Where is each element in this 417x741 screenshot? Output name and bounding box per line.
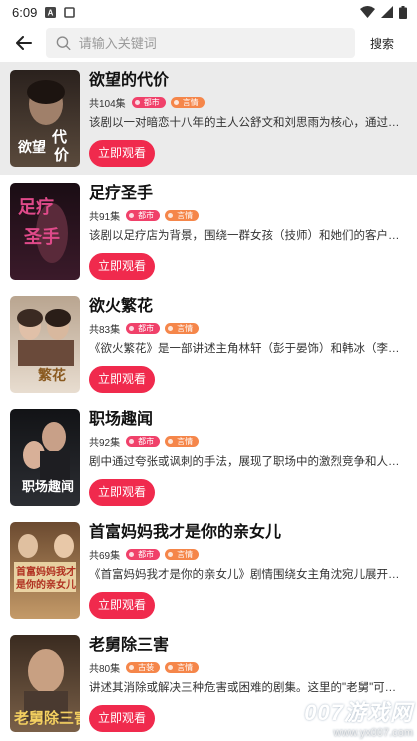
episode-count: 共69集 (89, 550, 121, 562)
item-title[interactable]: 首富妈妈我才是你的亲女儿 (89, 523, 411, 543)
battery-icon (399, 5, 407, 19)
search-button[interactable]: 搜索 (355, 35, 409, 52)
watch-now-button[interactable]: 立即观看 (89, 705, 155, 732)
episode-count: 共92集 (89, 437, 121, 449)
watch-now-button[interactable]: 立即观看 (89, 366, 155, 393)
svg-text:老舅除三害: 老舅除三害 (13, 709, 80, 727)
tag-genre: 都市 (126, 322, 161, 334)
status-left: 6:09 A (12, 4, 76, 20)
item-title[interactable]: 欲望的代价 (89, 71, 411, 91)
arrow-left-icon (16, 36, 32, 50)
item-info: 职场趣闻 共92集 都市 言情 剧中通过夸张或讽刺的手法，展现了职场中的激烈竞争… (89, 409, 417, 514)
item-meta: 共91集 都市 言情 (89, 208, 411, 223)
list-item[interactable]: 首富妈妈我才 是你的亲女儿 首富妈妈我才是你的亲女儿 共69集 都市 言情 《首富… (0, 514, 417, 627)
episode-count: 共80集 (89, 663, 121, 675)
item-title[interactable]: 欲火繁花 (89, 297, 411, 317)
svg-text:圣手: 圣手 (23, 226, 60, 248)
item-meta: 共83集 都市 言情 (89, 321, 411, 336)
item-description: 该剧以足疗店为背景，围绕一群女孩（技师）和她们的客户… (89, 230, 400, 242)
episode-count: 共83集 (89, 324, 121, 336)
status-right (360, 5, 407, 19)
svg-text:A: A (48, 8, 54, 17)
watch-now-button[interactable]: 立即观看 (89, 479, 155, 506)
cover-image[interactable]: 繁花 (10, 296, 80, 393)
cover-image[interactable]: 老舅除三害 (10, 635, 80, 732)
item-info: 欲火繁花 共83集 都市 言情 《欲火繁花》是一部讲述主角林轩（彭于晏饰）和韩冰… (89, 296, 417, 401)
item-meta: 共69集 都市 言情 (89, 547, 411, 562)
search-box[interactable] (46, 28, 355, 58)
notification-a-icon: A (45, 6, 57, 18)
status-bar: 6:09 A (0, 0, 417, 24)
svg-text:首富妈妈我才: 首富妈妈我才 (16, 565, 76, 578)
cover-image[interactable]: 职场趣闻 (10, 409, 80, 506)
episode-count: 共91集 (89, 211, 121, 223)
svg-text:足疗: 足疗 (18, 196, 54, 218)
svg-text:职场趣闻: 职场趣闻 (22, 479, 74, 495)
notification-box-icon (64, 6, 76, 18)
tag-genre: 言情 (165, 322, 200, 334)
item-info: 足疗圣手 共91集 都市 言情 该剧以足疗店为背景，围绕一群女孩（技师）和她们的… (89, 183, 417, 288)
item-description: 该剧以一对暗恋十八年的主人公舒文和刘思雨为核心，通过… (89, 117, 400, 129)
tag-genre: 古装 (126, 661, 161, 673)
watch-now-button[interactable]: 立即观看 (89, 253, 155, 280)
item-description: 《首富妈妈我才是你的亲女儿》剧情围绕女主角沈宛儿展开… (89, 569, 400, 581)
item-info: 欲望的代价 共104集 都市 言情 该剧以一对暗恋十八年的主人公舒文和刘思雨为核… (89, 70, 417, 175)
watermark-logo: 007游戏网 (304, 700, 413, 725)
item-meta: 共92集 都市 言情 (89, 434, 411, 449)
signal-icon (381, 6, 393, 18)
item-meta: 共80集 古装 言情 (89, 660, 411, 675)
tag-genre: 言情 (170, 96, 205, 108)
tag-genre: 言情 (165, 435, 200, 447)
item-description: 剧中通过夸张或讽刺的手法，展现了职场中的激烈竞争和人… (89, 456, 400, 468)
watermark-url: www.yx007.com (333, 727, 413, 739)
svg-text:是你的亲女儿: 是你的亲女儿 (15, 578, 76, 591)
svg-text:繁花: 繁花 (37, 367, 66, 384)
item-description: 讲述其消除或解决三种危害或困难的剧集。这里的"老舅"可… (89, 682, 397, 694)
wifi-icon (360, 6, 375, 18)
list-item[interactable]: 繁花 欲火繁花 共83集 都市 言情 《欲火繁花》是一部讲述主角林轩（彭于晏饰）… (0, 288, 417, 401)
item-title[interactable]: 老舅除三害 (89, 636, 411, 656)
status-time: 6:09 (12, 4, 38, 20)
cover-image[interactable]: 欲望代价 (10, 70, 80, 167)
watch-now-button[interactable]: 立即观看 (89, 592, 155, 619)
item-info: 首富妈妈我才是你的亲女儿 共69集 都市 言情 《首富妈妈我才是你的亲女儿》剧情… (89, 522, 417, 627)
item-meta: 共104集 都市 言情 (89, 95, 411, 110)
search-icon (56, 36, 71, 51)
cover-image[interactable]: 足疗圣手 (10, 183, 80, 280)
tag-genre: 都市 (126, 209, 161, 221)
watermark: 007游戏网 www.yx007.com (304, 695, 413, 739)
tag-genre: 都市 (126, 548, 161, 560)
svg-text:代: 代 (51, 128, 67, 146)
item-description: 《欲火繁花》是一部讲述主角林轩（彭于晏饰）和韩冰（李… (89, 343, 400, 355)
tag-genre: 言情 (165, 548, 200, 560)
svg-text:价: 价 (54, 146, 70, 164)
tag-genre: 都市 (131, 96, 166, 108)
back-button[interactable] (12, 31, 36, 55)
search-input[interactable] (78, 35, 345, 51)
watch-now-button[interactable]: 立即观看 (89, 140, 155, 167)
tag-genre: 言情 (165, 661, 200, 673)
tag-genre: 都市 (126, 435, 161, 447)
drama-list: 欲望代价 欲望的代价 共104集 都市 言情 该剧以一对暗恋十八年的主人公舒文和… (0, 62, 417, 740)
cover-image[interactable]: 首富妈妈我才 是你的亲女儿 (10, 522, 80, 619)
search-bar: 搜索 (0, 24, 417, 62)
tag-genre: 言情 (165, 209, 200, 221)
list-item[interactable]: 足疗圣手 足疗圣手 共91集 都市 言情 该剧以足疗店为背景，围绕一群女孩（技师… (0, 175, 417, 288)
list-item[interactable]: 欲望代价 欲望的代价 共104集 都市 言情 该剧以一对暗恋十八年的主人公舒文和… (0, 62, 417, 175)
svg-text:欲望: 欲望 (17, 139, 46, 156)
episode-count: 共104集 (89, 98, 126, 110)
item-title[interactable]: 职场趣闻 (89, 410, 411, 430)
list-item[interactable]: 职场趣闻 职场趣闻 共92集 都市 言情 剧中通过夸张或讽刺的手法，展现了职场中… (0, 401, 417, 514)
item-title[interactable]: 足疗圣手 (89, 184, 411, 204)
